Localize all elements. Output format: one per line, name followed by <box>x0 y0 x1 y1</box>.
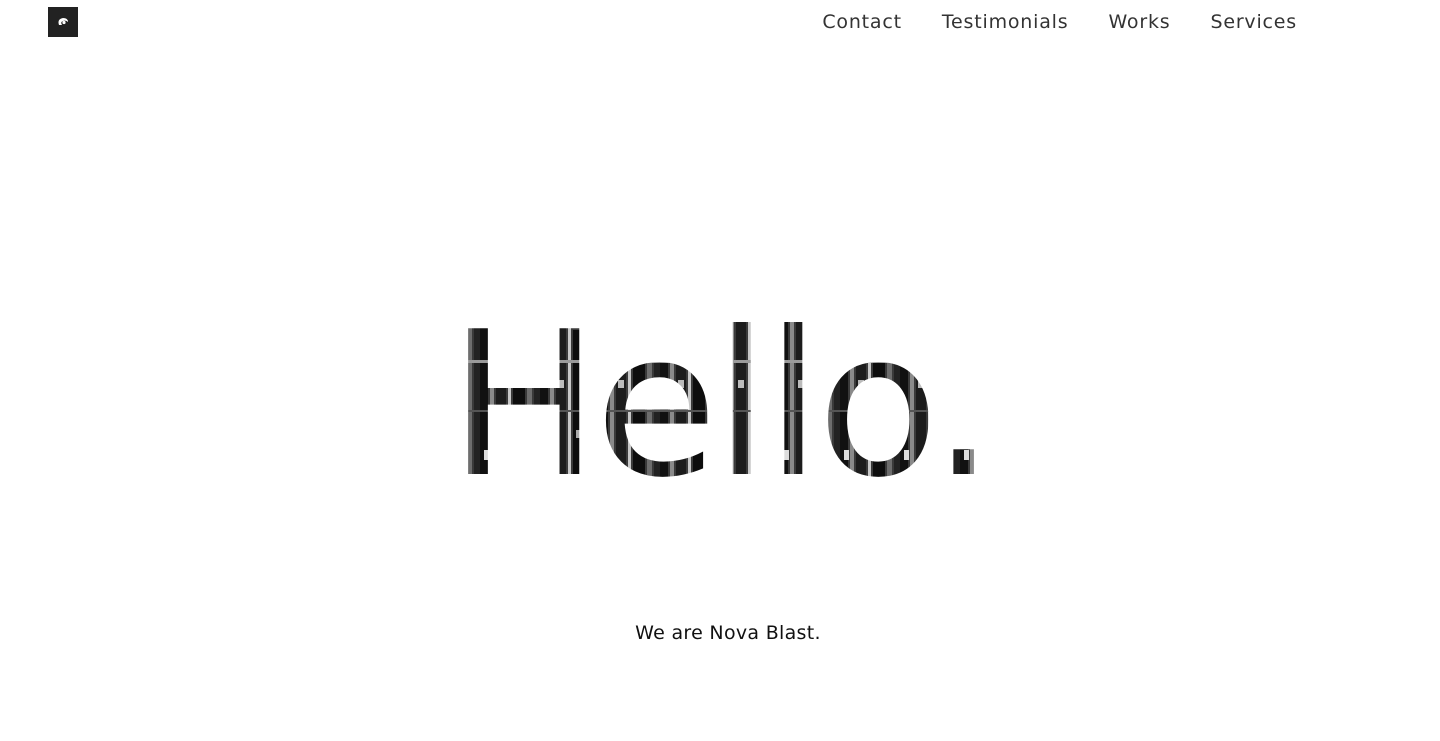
hero-section: Hello. <box>0 300 1440 500</box>
swirl-logo-icon <box>58 18 68 25</box>
hero-headline-graphic: Hello. <box>449 300 996 500</box>
nav-link-contact[interactable]: Contact <box>822 8 902 36</box>
svg-text:Hello.: Hello. <box>449 300 992 500</box>
nav-link-testimonials[interactable]: Testimonials <box>942 8 1069 36</box>
nav-link-works[interactable]: Works <box>1108 8 1170 36</box>
nav-link-services[interactable]: Services <box>1210 8 1297 36</box>
main-nav: Contact Testimonials Works Services <box>822 8 1297 36</box>
hero-tagline: We are Nova Blast. <box>635 622 821 644</box>
logo-link[interactable] <box>48 7 78 37</box>
hero-headline: Hello. <box>449 300 996 500</box>
page: Contact Testimonials Works Services Hell… <box>0 0 1440 741</box>
